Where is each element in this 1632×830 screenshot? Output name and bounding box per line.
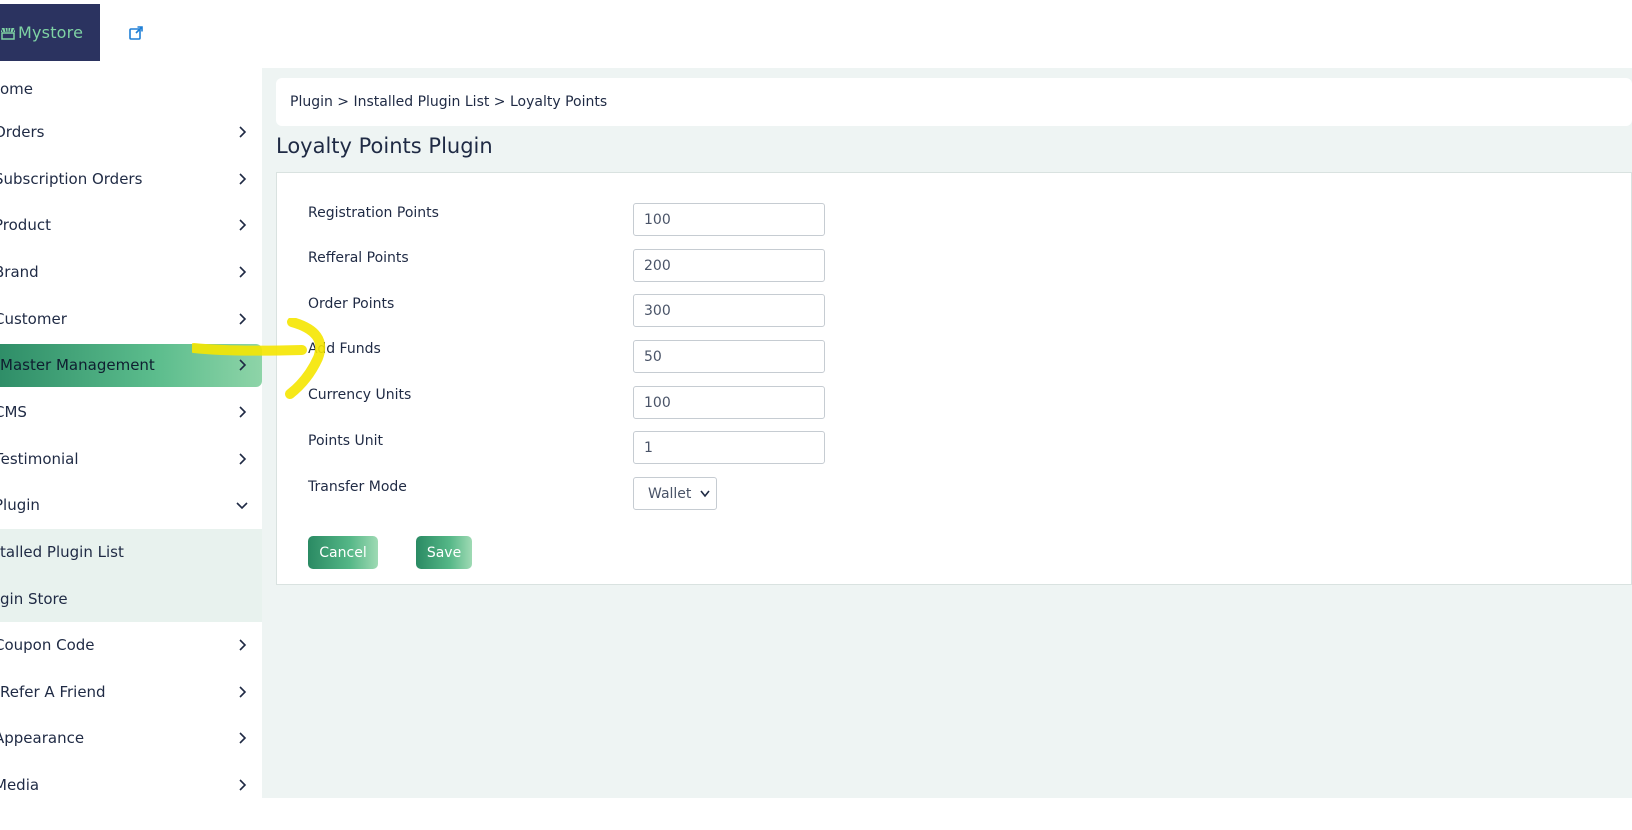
- sidebar-item-plugin[interactable]: Plugin: [0, 482, 262, 529]
- chevron-right-icon: [239, 313, 247, 325]
- sidebar-item-product[interactable]: Product: [0, 202, 262, 249]
- referral-points-label: Refferal Points: [308, 250, 409, 266]
- sidebar-item-brand[interactable]: Brand: [0, 249, 262, 296]
- breadcrumb: Plugin > Installed Plugin List > Loyalty…: [276, 78, 1632, 126]
- chevron-right-icon: [239, 266, 247, 278]
- sidebar-item-label: Coupon Code: [0, 636, 95, 655]
- chevron-down-icon: [236, 502, 248, 510]
- sidebar-item-testimonial[interactable]: Testimonial: [0, 436, 262, 483]
- registration-points-input[interactable]: [633, 203, 825, 236]
- chevron-right-icon: [239, 359, 247, 372]
- page-title: Loyalty Points Plugin: [276, 134, 493, 158]
- referral-points-input[interactable]: [633, 249, 825, 282]
- sidebar-item-label: Subscription Orders: [0, 169, 143, 188]
- sidebar-item-label: Appearance: [0, 729, 85, 748]
- order-points-input[interactable]: [633, 294, 825, 327]
- order-points-label: Order Points: [308, 296, 395, 312]
- plugin-submenu: talled Plugin List gin Store: [0, 528, 262, 622]
- top-bar: Mystore: [0, 0, 1632, 68]
- sidebar-item-label: CMS: [0, 403, 27, 422]
- cancel-button[interactable]: Cancel: [308, 536, 378, 569]
- currency-units-label: Currency Units: [308, 387, 412, 403]
- sidebar-item-label: ome: [0, 80, 34, 98]
- chevron-down-icon: [700, 490, 710, 498]
- registration-points-label: Registration Points: [308, 205, 439, 221]
- sidebar-subitem-plugin-store[interactable]: gin Store: [0, 575, 262, 622]
- points-unit-input[interactable]: [633, 431, 825, 464]
- sidebar-item-refer-a-friend[interactable]: Refer A Friend: [0, 669, 262, 716]
- chevron-right-icon: [239, 173, 247, 185]
- chevron-right-icon: [239, 639, 247, 651]
- sidebar-item-label: Master Management: [0, 356, 155, 375]
- sidebar-item-coupon-code[interactable]: Coupon Code: [0, 622, 262, 669]
- sidebar-item-label: Orders: [0, 123, 45, 142]
- sidebar-item-customer[interactable]: Customer: [0, 295, 262, 342]
- chevron-right-icon: [239, 453, 247, 465]
- main-content: Plugin > Installed Plugin List > Loyalty…: [262, 68, 1632, 798]
- brand-logo[interactable]: Mystore: [0, 4, 100, 61]
- sidebar-item-label: talled Plugin List: [0, 543, 124, 562]
- transfer-mode-select[interactable]: Wallet: [633, 477, 717, 510]
- sidebar-item-label: Customer: [0, 309, 67, 328]
- sidebar-item-appearance[interactable]: Appearance: [0, 715, 262, 762]
- sidebar-item-label: gin Store: [0, 589, 68, 608]
- chevron-right-icon: [239, 126, 247, 138]
- sidebar-item-label: Media: [0, 776, 40, 795]
- sidebar-item-label: Plugin: [0, 496, 40, 515]
- currency-units-input[interactable]: [633, 386, 825, 419]
- transfer-mode-value: Wallet: [648, 485, 692, 502]
- sidebar-item-master-management[interactable]: Master Management: [0, 343, 262, 387]
- sidebar-item-orders[interactable]: Orders: [0, 109, 262, 156]
- sidebar-item-label: Product: [0, 216, 51, 235]
- store-icon: [0, 27, 16, 40]
- sidebar-item-home[interactable]: ome: [0, 69, 262, 109]
- breadcrumb-text: Plugin > Installed Plugin List > Loyalty…: [290, 94, 608, 110]
- chevron-right-icon: [239, 779, 247, 791]
- sidebar-item-label: Brand: [0, 263, 39, 282]
- sidebar-item-cms[interactable]: CMS: [0, 389, 262, 436]
- points-unit-label: Points Unit: [308, 433, 384, 449]
- sidebar-item-label: Testimonial: [0, 449, 79, 468]
- add-funds-input[interactable]: [633, 340, 825, 373]
- external-link-icon[interactable]: [128, 25, 144, 41]
- chevron-right-icon: [239, 406, 247, 418]
- transfer-mode-label: Transfer Mode: [308, 479, 407, 495]
- save-button[interactable]: Save: [416, 536, 472, 569]
- sidebar: ome Orders Subscription Orders Product B…: [0, 68, 262, 798]
- sidebar-item-label: Refer A Friend: [0, 682, 106, 701]
- sidebar-subitem-installed-plugin-list[interactable]: talled Plugin List: [0, 529, 262, 576]
- sidebar-item-media[interactable]: Media: [0, 762, 262, 798]
- chevron-right-icon: [239, 219, 247, 232]
- brand-name: Mystore: [18, 23, 84, 42]
- sidebar-item-subscription-orders[interactable]: Subscription Orders: [0, 156, 262, 203]
- chevron-right-icon: [239, 732, 247, 744]
- loyalty-points-form: Registration Points Refferal Points Orde…: [276, 172, 1632, 585]
- add-funds-label: Add Funds: [308, 341, 381, 357]
- chevron-right-icon: [239, 686, 247, 698]
